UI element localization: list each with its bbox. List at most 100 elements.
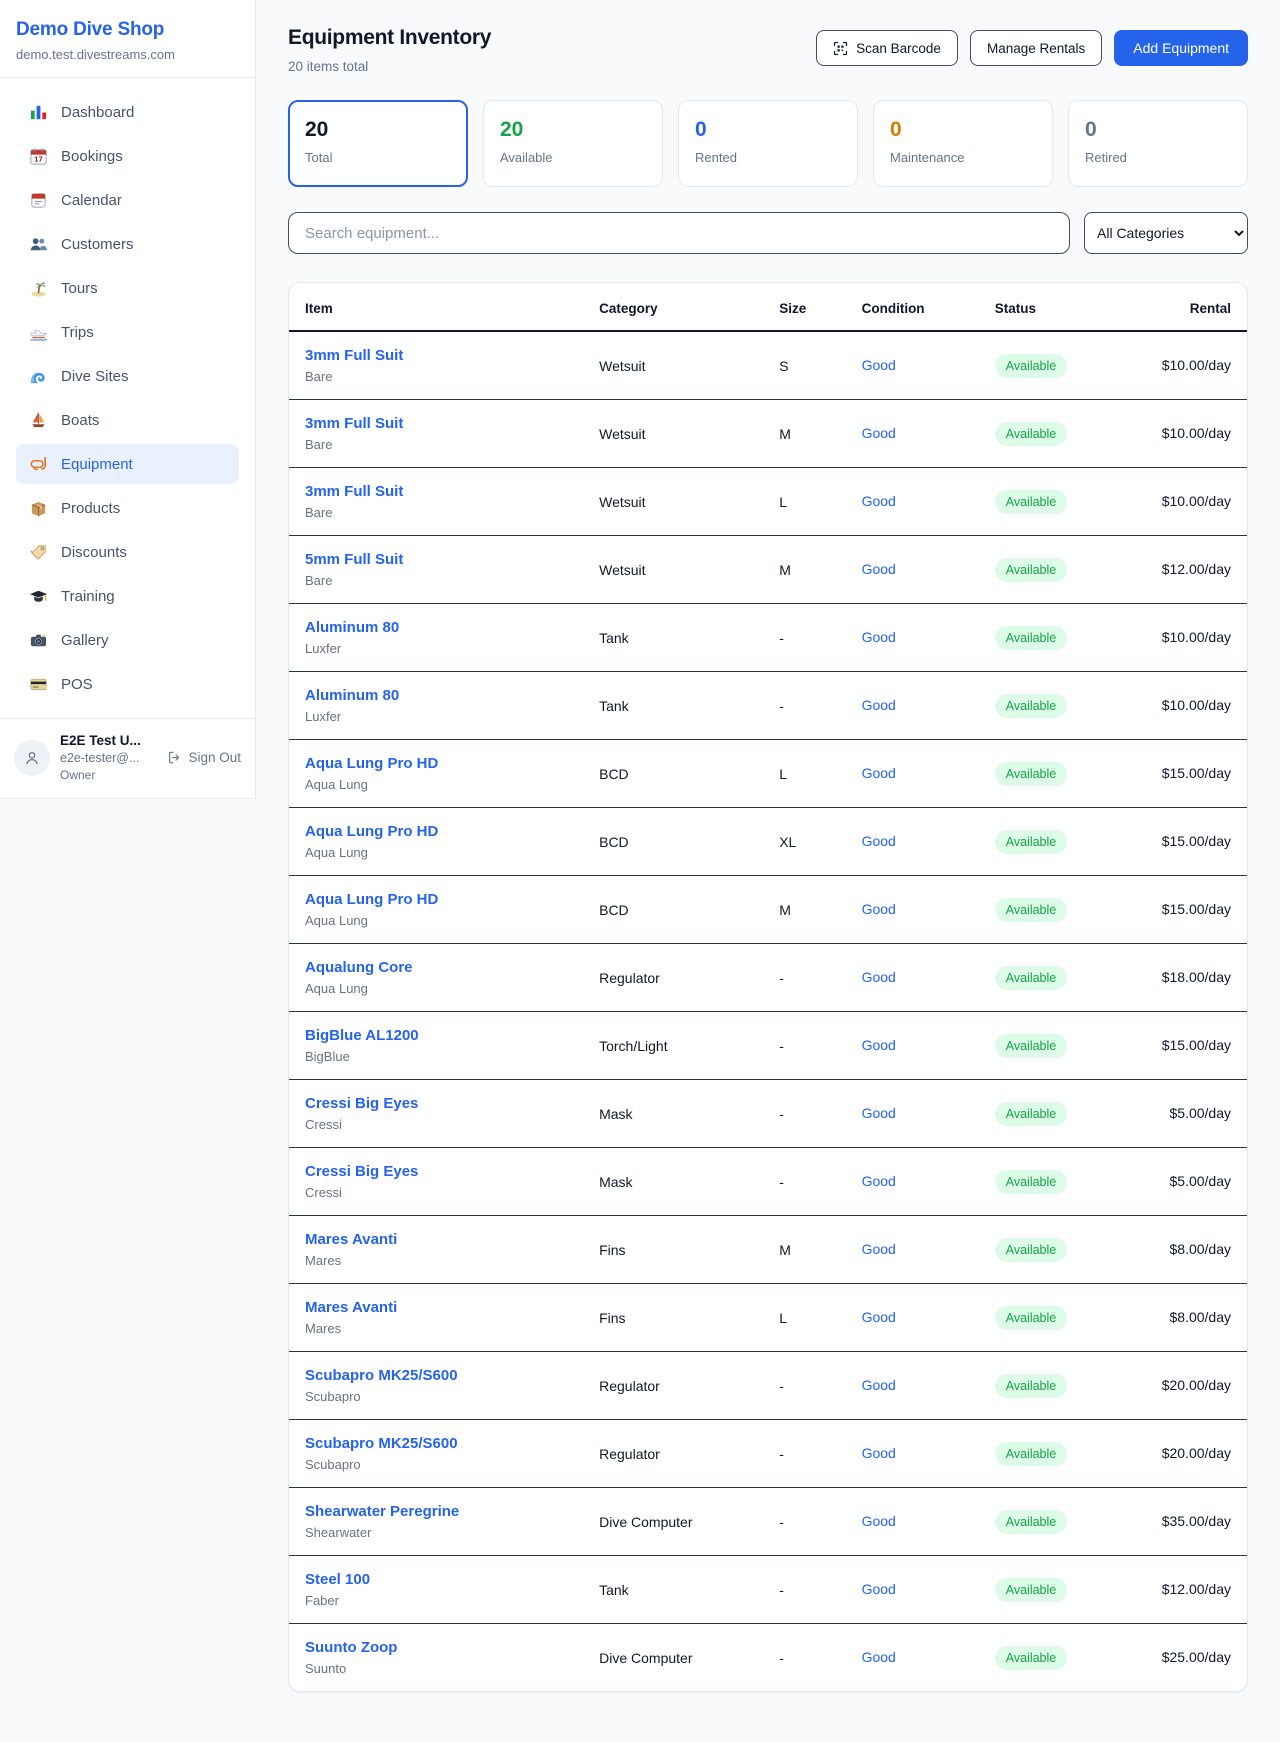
sidebar-item-calendar[interactable]: Calendar	[16, 180, 239, 220]
item-name-link[interactable]: BigBlue AL1200	[305, 1027, 419, 1044]
condition-link[interactable]: Good	[862, 425, 896, 441]
condition-link[interactable]: Good	[862, 1377, 896, 1393]
condition-link[interactable]: Good	[862, 1445, 896, 1461]
condition-link[interactable]: Good	[862, 833, 896, 849]
sidebar-item-label: Equipment	[61, 456, 133, 473]
status-badge: Available	[995, 1374, 1068, 1398]
status-badge: Available	[995, 626, 1068, 650]
sidebar-item-products[interactable]: Products	[16, 488, 239, 528]
wave-icon	[29, 367, 48, 386]
category-cell: BCD	[583, 808, 763, 876]
sidebar-item-boats[interactable]: Boats	[16, 400, 239, 440]
rental-cell: $8.00/day	[1129, 1216, 1247, 1284]
sidebar-item-training[interactable]: Training	[16, 576, 239, 616]
rental-cell: $15.00/day	[1129, 1012, 1247, 1080]
condition-cell: Good	[846, 536, 979, 604]
condition-link[interactable]: Good	[862, 901, 896, 917]
item-name-link[interactable]: Aqua Lung Pro HD	[305, 891, 438, 908]
items-total-count: 20 items total	[288, 59, 491, 74]
item-name-link[interactable]: Suunto Zoop	[305, 1639, 397, 1656]
item-cell: Scubapro MK25/S600 Scubapro	[289, 1352, 583, 1420]
status-badge: Available	[995, 762, 1068, 786]
item-name-link[interactable]: Aluminum 80	[305, 619, 399, 636]
sidebar-item-equipment[interactable]: Equipment	[16, 444, 239, 484]
table-row: Shearwater Peregrine Shearwater Dive Com…	[289, 1488, 1247, 1556]
condition-link[interactable]: Good	[862, 357, 896, 373]
search-input[interactable]	[288, 212, 1070, 254]
condition-link[interactable]: Good	[862, 1649, 896, 1665]
item-name-link[interactable]: Aqualung Core	[305, 959, 413, 976]
item-name-link[interactable]: Aqua Lung Pro HD	[305, 755, 438, 772]
manage-rentals-button[interactable]: Manage Rentals	[970, 30, 1102, 66]
item-name-link[interactable]: Aqua Lung Pro HD	[305, 823, 438, 840]
item-name-link[interactable]: Steel 100	[305, 1571, 370, 1588]
category-select[interactable]: All Categories	[1084, 212, 1248, 254]
sidebar-nav: Dashboard 17 Bookings Calendar Customers…	[0, 77, 255, 718]
stat-label: Maintenance	[890, 150, 1036, 165]
category-cell: Wetsuit	[583, 331, 763, 400]
item-cell: Cressi Big Eyes Cressi	[289, 1148, 583, 1216]
status-badge: Available	[995, 830, 1068, 854]
stat-card-maintenance[interactable]: 0 Maintenance	[873, 100, 1053, 187]
item-name-link[interactable]: Mares Avanti	[305, 1231, 397, 1248]
sign-out-button[interactable]: Sign Out	[167, 750, 241, 765]
sidebar-item-trips[interactable]: Trips	[16, 312, 239, 352]
condition-link[interactable]: Good	[862, 1037, 896, 1053]
item-name-link[interactable]: 3mm Full Suit	[305, 483, 403, 500]
condition-link[interactable]: Good	[862, 1105, 896, 1121]
condition-link[interactable]: Good	[862, 1581, 896, 1597]
item-cell: Steel 100 Faber	[289, 1556, 583, 1624]
dive-mask-icon	[29, 455, 48, 474]
item-cell: Aluminum 80 Luxfer	[289, 672, 583, 740]
condition-link[interactable]: Good	[862, 697, 896, 713]
sidebar-item-dive-sites[interactable]: Dive Sites	[16, 356, 239, 396]
condition-link[interactable]: Good	[862, 1513, 896, 1529]
condition-link[interactable]: Good	[862, 629, 896, 645]
item-name-link[interactable]: Scubapro MK25/S600	[305, 1367, 458, 1384]
rental-rate: $12.00/day	[1162, 1581, 1231, 1597]
sidebar-item-label: Training	[61, 588, 115, 605]
category-cell: Torch/Light	[583, 1012, 763, 1080]
header-actions: Scan Barcode Manage Rentals Add Equipmen…	[816, 30, 1248, 66]
add-equipment-button[interactable]: Add Equipment	[1114, 30, 1248, 66]
item-name-link[interactable]: 5mm Full Suit	[305, 551, 403, 568]
condition-link[interactable]: Good	[862, 561, 896, 577]
sidebar-item-label: Calendar	[61, 192, 122, 209]
stat-card-retired[interactable]: 0 Retired	[1068, 100, 1248, 187]
condition-link[interactable]: Good	[862, 765, 896, 781]
sidebar-item-dashboard[interactable]: Dashboard	[16, 92, 239, 132]
item-name-link[interactable]: Scubapro MK25/S600	[305, 1435, 458, 1452]
avatar	[14, 740, 50, 776]
item-name-link[interactable]: Cressi Big Eyes	[305, 1095, 418, 1112]
sidebar-item-pos[interactable]: POS	[16, 664, 239, 704]
stat-card-available[interactable]: 20 Available	[483, 100, 663, 187]
item-name-link[interactable]: Shearwater Peregrine	[305, 1503, 459, 1520]
item-name-link[interactable]: Mares Avanti	[305, 1299, 397, 1316]
condition-link[interactable]: Good	[862, 969, 896, 985]
status-badge: Available	[995, 558, 1068, 582]
status-badge: Available	[995, 1646, 1068, 1670]
sidebar-item-label: Dashboard	[61, 104, 134, 121]
condition-link[interactable]: Good	[862, 1241, 896, 1257]
condition-link[interactable]: Good	[862, 1173, 896, 1189]
sidebar-item-discounts[interactable]: Discounts	[16, 532, 239, 572]
shop-name[interactable]: Demo Dive Shop	[16, 19, 239, 41]
sidebar-item-tours[interactable]: Tours	[16, 268, 239, 308]
scan-barcode-button[interactable]: Scan Barcode	[816, 30, 958, 66]
condition-link[interactable]: Good	[862, 493, 896, 509]
stat-card-rented[interactable]: 0 Rented	[678, 100, 858, 187]
stat-card-total[interactable]: 20 Total	[288, 100, 468, 187]
item-name-link[interactable]: 3mm Full Suit	[305, 347, 403, 364]
sidebar-item-customers[interactable]: Customers	[16, 224, 239, 264]
column-header-category: Category	[583, 283, 763, 331]
condition-link[interactable]: Good	[862, 1309, 896, 1325]
rental-cell: $5.00/day	[1129, 1080, 1247, 1148]
table-row: Aluminum 80 Luxfer Tank - Good Available…	[289, 672, 1247, 740]
person-icon	[23, 749, 41, 767]
stat-label: Retired	[1085, 150, 1231, 165]
item-name-link[interactable]: 3mm Full Suit	[305, 415, 403, 432]
item-name-link[interactable]: Cressi Big Eyes	[305, 1163, 418, 1180]
item-name-link[interactable]: Aluminum 80	[305, 687, 399, 704]
sidebar-item-bookings[interactable]: 17 Bookings	[16, 136, 239, 176]
sidebar-item-gallery[interactable]: Gallery	[16, 620, 239, 660]
